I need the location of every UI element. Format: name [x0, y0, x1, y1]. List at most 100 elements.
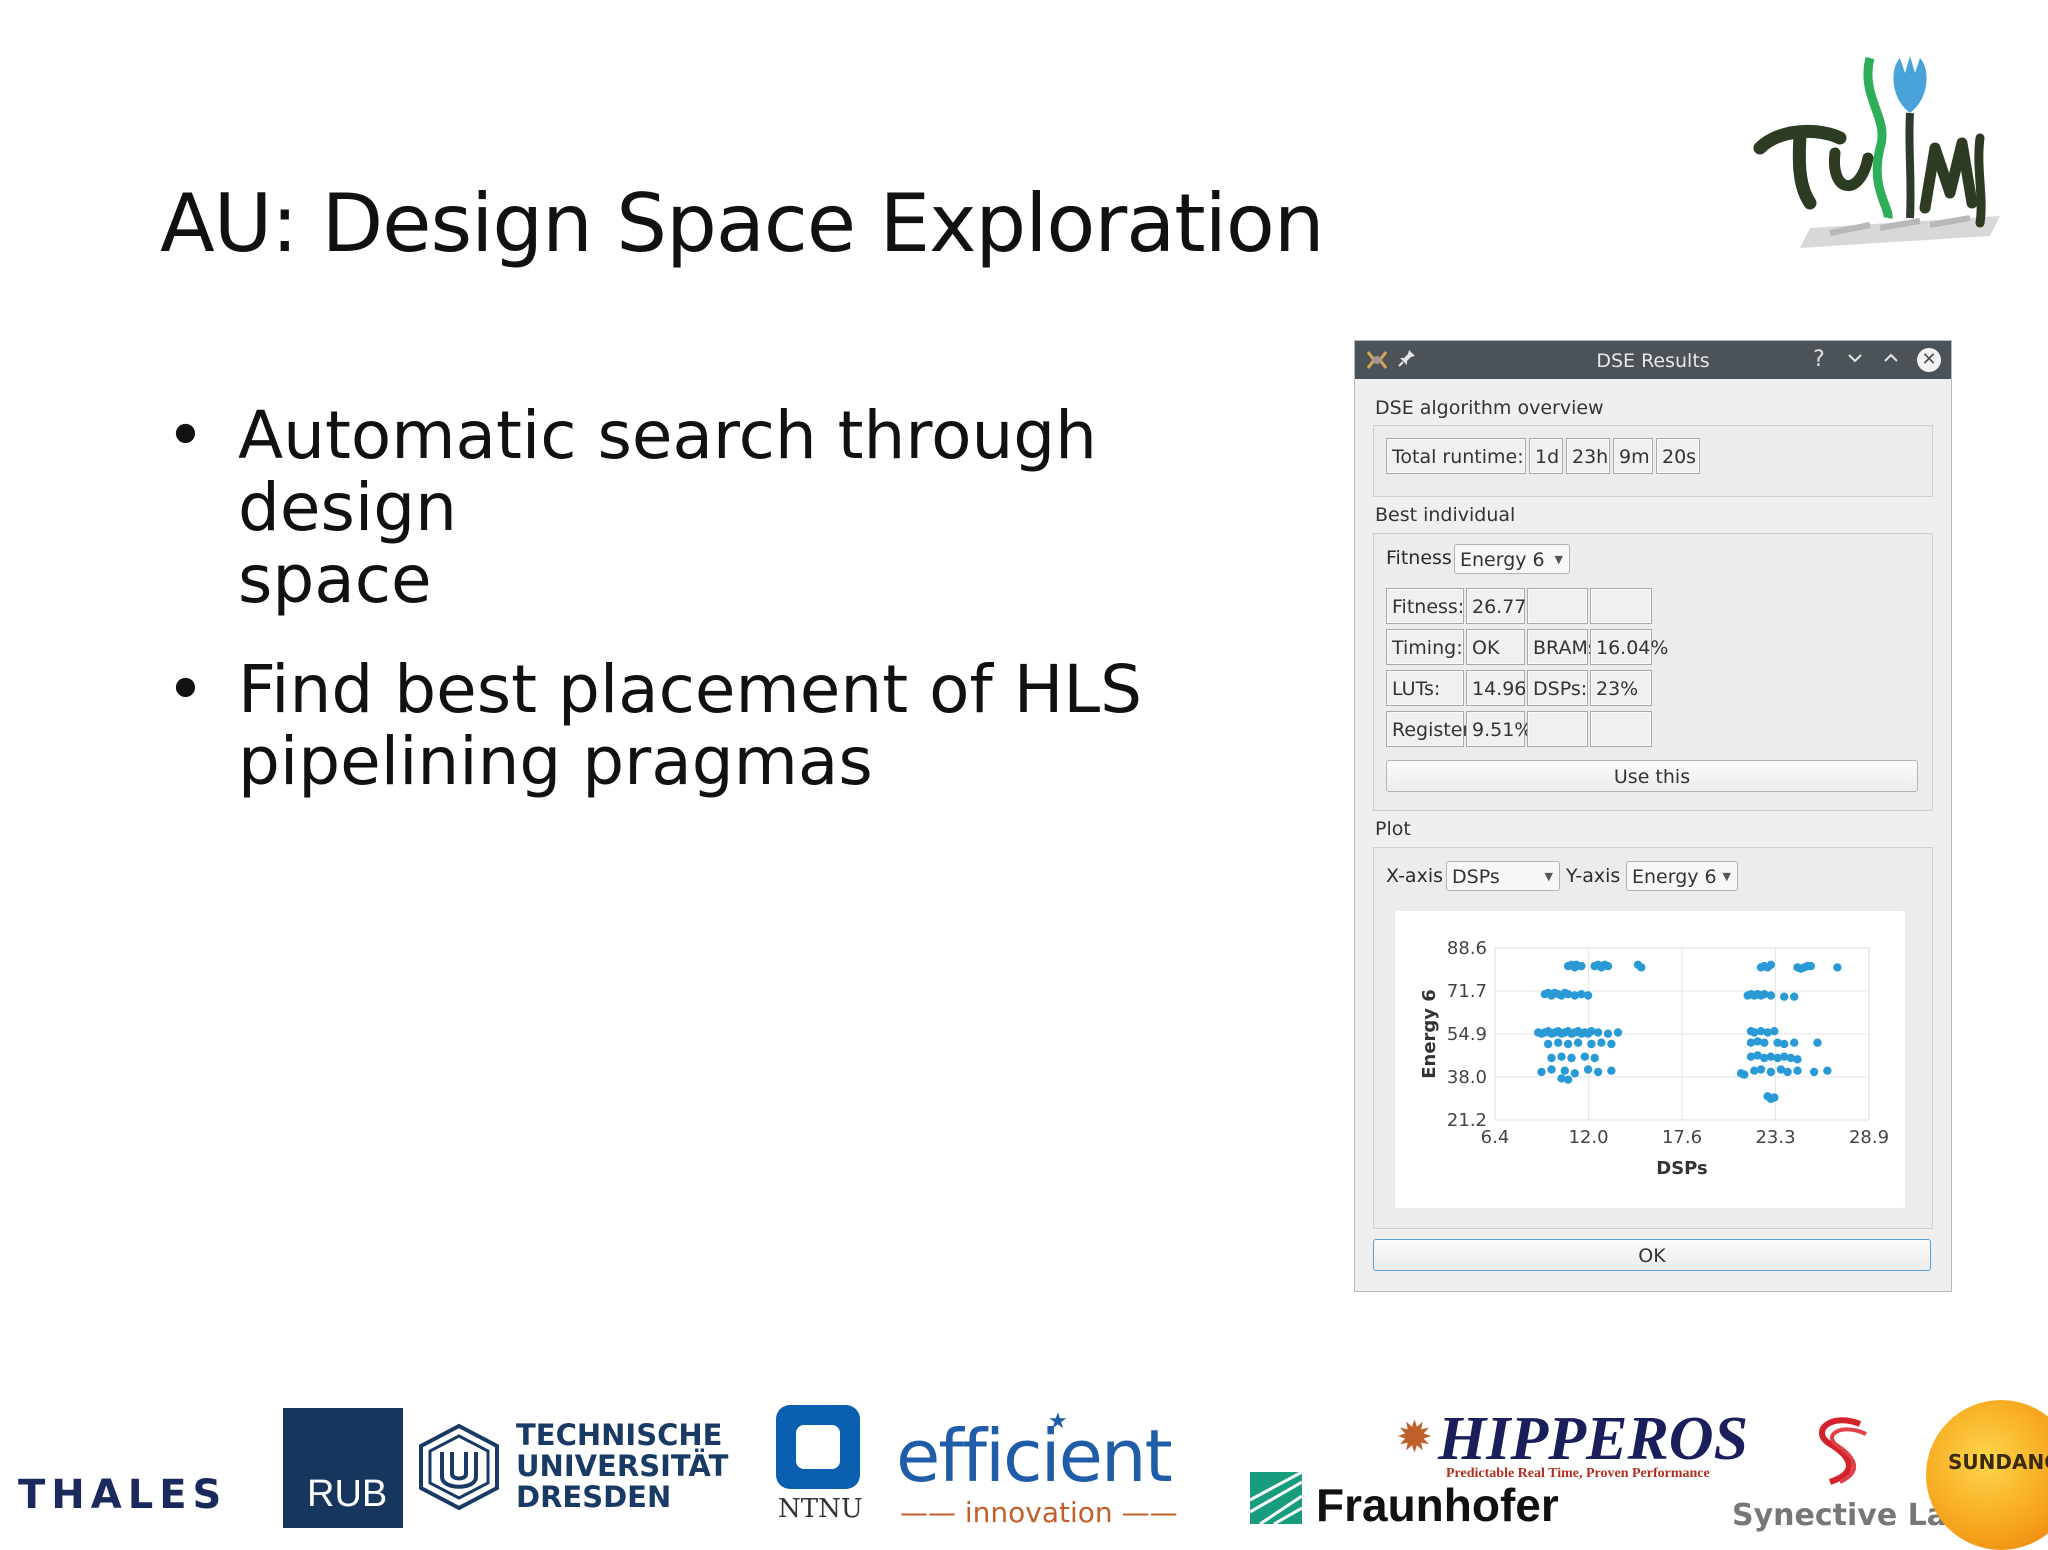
best-individual-label: Best individual	[1375, 504, 1516, 526]
scatter-point	[1760, 1038, 1769, 1047]
scatter-point	[1766, 1067, 1776, 1077]
scatter-point	[1790, 1038, 1799, 1047]
stats-cell	[1527, 588, 1588, 624]
bullet-item: • Find best placement of HLS pipelining …	[160, 654, 1330, 798]
y-axis-select-label: Y-axis	[1566, 865, 1621, 887]
close-icon[interactable]: ✕	[1917, 348, 1941, 372]
use-this-button[interactable]: Use this	[1386, 760, 1918, 792]
scatter-plot-panel: 6.4 12.0 17.6 23.3 28.9 88.6 71.7 54.9 38.0 21.2 D…	[1395, 911, 1905, 1208]
dse-results-dialog: DSE Results ? ✕ DSE algorithm overview T…	[1354, 340, 1952, 1292]
hipperos-emblem-icon: ✹	[1396, 1413, 1433, 1462]
tud-seal-logo	[419, 1423, 499, 1511]
stats-cell: 14.96%	[1466, 670, 1544, 706]
scatter-point	[1823, 1066, 1832, 1075]
scatter-point	[1567, 1053, 1576, 1063]
x-tick-label: 17.6	[1662, 1127, 1702, 1148]
y-axis-title: Energy 6	[1419, 989, 1440, 1079]
scatter-point	[1766, 991, 1776, 1000]
maximize-icon[interactable]	[1879, 348, 1903, 372]
tud-logo-text: TECHNISCHE UNIVERSITÄT DRESDEN	[516, 1420, 728, 1513]
scatter-point	[1780, 992, 1789, 1001]
bullet-text-line: Find best placement of HLS	[238, 651, 1142, 728]
scatter-point	[1563, 1075, 1573, 1084]
plot-group-label: Plot	[1375, 818, 1411, 840]
hipperos-logo-text: HIPPEROS	[1438, 1405, 1749, 1473]
scatter-point	[1806, 961, 1815, 971]
scatter-point	[1813, 1038, 1822, 1047]
tud-line: UNIVERSITÄT	[516, 1449, 729, 1483]
scatter-point	[1583, 1065, 1593, 1074]
scatter-point	[1809, 1067, 1819, 1077]
help-icon[interactable]: ?	[1807, 348, 1831, 372]
x-axis-select-value: DSPs	[1452, 866, 1500, 888]
scatter-point	[1593, 1028, 1603, 1037]
runtime-hours: 23h	[1566, 438, 1610, 474]
fraunhofer-logo-text: Fraunhofer	[1316, 1479, 1559, 1531]
runtime-label: Total runtime:	[1386, 438, 1526, 474]
stats-cell: Fitness:	[1386, 588, 1464, 624]
stats-cell: DSPs:	[1527, 670, 1588, 706]
bullet-item: • Automatic search through design space	[160, 400, 1330, 616]
y-tick-label: 54.9	[1447, 1024, 1487, 1045]
y-tick-label: 38.0	[1447, 1067, 1487, 1088]
chevron-down-icon: ▼	[1554, 553, 1563, 566]
scatter-point	[1603, 1029, 1613, 1038]
tud-line: TECHNISCHE	[516, 1418, 723, 1452]
hipperos-tagline: Predictable Real Time, Proven Performanc…	[1446, 1466, 1710, 1481]
ntnu-logo-text: NTNU	[778, 1494, 863, 1524]
rub-logo-text: RUB	[307, 1473, 388, 1515]
scatter-point	[1570, 1069, 1579, 1078]
efficient-logo-text: efficient	[896, 1414, 1173, 1498]
fitness-select-label: Fitness	[1386, 547, 1452, 569]
bullet-text-line: space	[238, 541, 432, 618]
y-axis-select[interactable]: Energy 6 ▼	[1626, 861, 1738, 891]
stats-cell	[1590, 588, 1652, 624]
bullet-text-line: pipelining pragmas	[238, 723, 873, 800]
scatter-point	[1783, 1067, 1792, 1077]
bullet-text-line: Automatic search through design	[238, 397, 1097, 546]
stats-cell: 26.779	[1466, 588, 1538, 624]
bullet-dot: •	[166, 651, 205, 728]
x-tick-label: 12.0	[1568, 1127, 1608, 1148]
scatter-point	[1573, 1038, 1583, 1047]
runtime-days: 1d	[1529, 438, 1563, 474]
scatter-point	[1580, 1052, 1589, 1061]
stats-cell: LUTs:	[1386, 670, 1464, 706]
sundance-logo-text: SUNDANCE	[1948, 1450, 2048, 1474]
minimize-icon[interactable]	[1843, 348, 1867, 372]
rub-logo: RUB	[283, 1408, 403, 1528]
scatter-point	[1770, 1027, 1779, 1036]
scatter-point	[1766, 960, 1776, 969]
scatter-point	[1557, 1052, 1566, 1061]
bullet-dot: •	[166, 397, 205, 474]
overview-group-label: DSE algorithm overview	[1375, 397, 1604, 419]
scatter-point	[1563, 1039, 1573, 1049]
scatter-point	[1547, 1065, 1556, 1074]
scatter-point	[1637, 963, 1646, 972]
x-tick-label: 28.9	[1849, 1127, 1889, 1148]
y-tick-label: 71.7	[1447, 981, 1487, 1002]
thales-logo: THALES	[18, 1472, 228, 1518]
scatter-point	[1587, 1039, 1596, 1049]
scatter-point	[1756, 1065, 1766, 1074]
runtime-seconds: 20s	[1656, 438, 1700, 474]
scatter-point	[1547, 1053, 1556, 1063]
y-axis-select-value: Energy 6	[1632, 866, 1717, 888]
tud-line: DRESDEN	[516, 1480, 672, 1514]
dialog-titlebar[interactable]: DSE Results ? ✕	[1355, 341, 1951, 379]
scatter-point	[1537, 1067, 1546, 1077]
fitness-select[interactable]: Energy 6 ▼	[1454, 544, 1570, 574]
scatter-point	[1597, 1038, 1606, 1047]
x-axis-select[interactable]: DSPs ▼	[1446, 861, 1560, 891]
x-axis-select-label: X-axis	[1386, 865, 1443, 887]
scatter-point	[1593, 1067, 1603, 1077]
x-axis-title: DSPs	[1656, 1158, 1708, 1179]
innovation-word: innovation	[964, 1496, 1113, 1529]
scatter-point	[1590, 1053, 1599, 1063]
stats-cell	[1527, 711, 1588, 747]
scatter-point	[1607, 1039, 1616, 1049]
innovation-logo-text: —— innovation ——	[900, 1496, 1178, 1529]
stats-cell: BRAMs:	[1527, 629, 1604, 665]
ok-button[interactable]: OK	[1373, 1239, 1931, 1271]
best-individual-group: Fitness Energy 6 ▼ Fitness: 26.779 Timing:…	[1373, 533, 1933, 811]
